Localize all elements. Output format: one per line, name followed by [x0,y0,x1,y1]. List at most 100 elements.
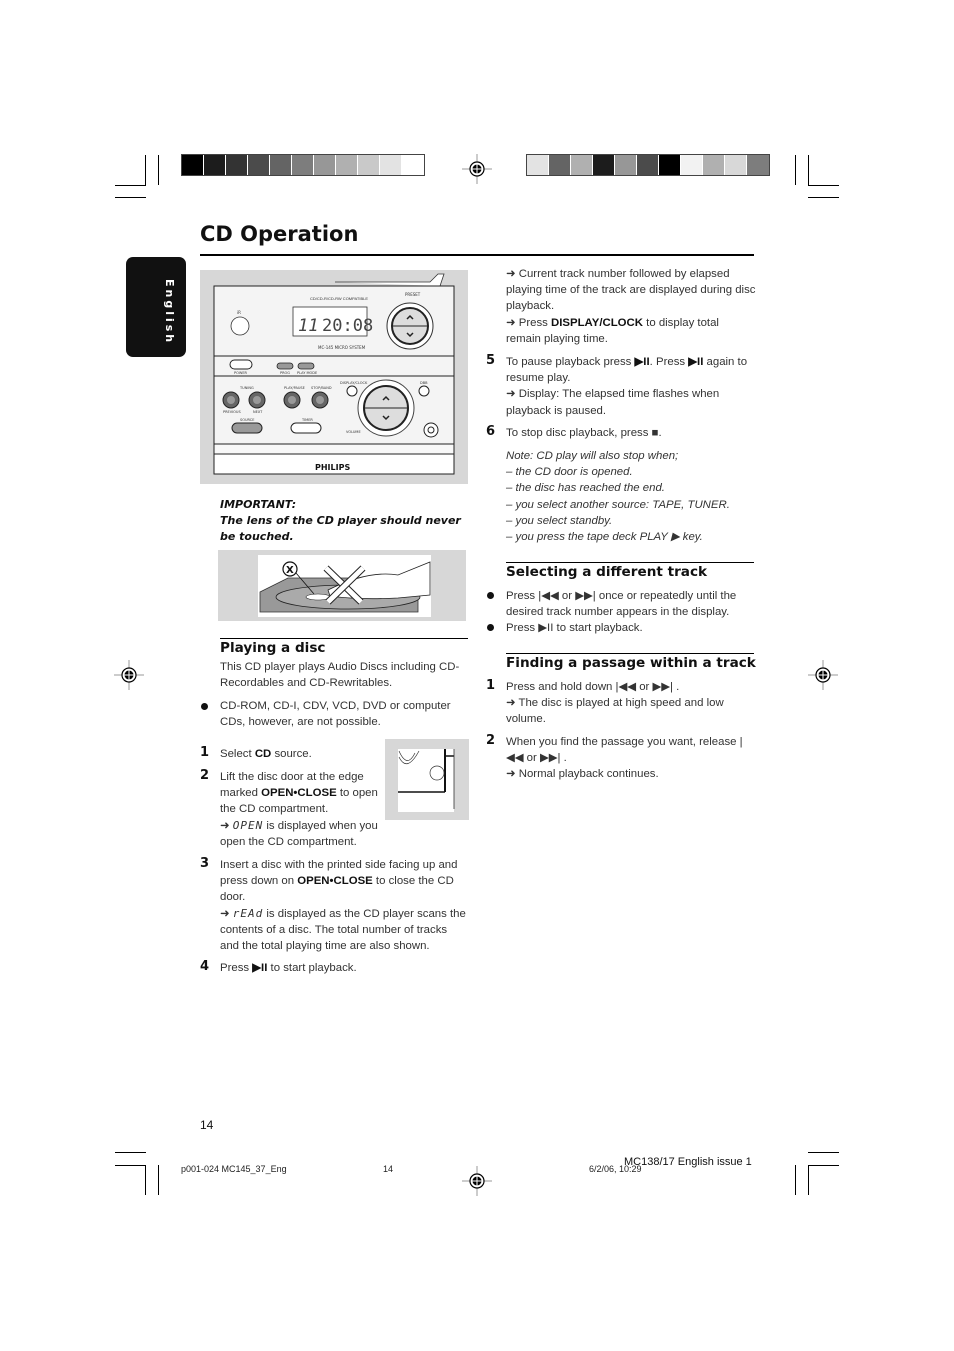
step-number: 1 [200,745,210,760]
crop-mark [158,1165,159,1195]
source-label: SOURCE [240,418,254,422]
lcd-read-text: rEAd [232,906,264,920]
system-label: MC-145 MICRO SYSTEM [318,345,366,350]
step-4-text: Press ▶II to start playback. [220,962,357,974]
step-6-text: To stop disc playback, press ■. [506,427,662,439]
color-swatch [204,155,226,175]
page-number: 14 [200,1118,214,1132]
section-rule [220,638,468,639]
lens-hand-illustration: X [258,555,431,617]
crop-mark [795,1165,796,1195]
registration-target-icon [114,660,144,690]
step-1-text: Select CD source. [220,748,312,760]
color-swatch [314,155,336,175]
crop-mark [115,1165,146,1166]
crop-mark [158,155,159,185]
arrow-note-track-time: ➜ Current track number followed by elaps… [506,268,756,345]
play-pause-label: PLAY/PAUSE [284,386,305,390]
bullet-icon [487,592,494,599]
registration-target-icon [808,660,838,690]
crop-mark [115,185,146,186]
color-swatch [549,155,571,175]
note-item: – the disc has reached the end. [506,482,665,495]
color-swatch [336,155,358,175]
selecting-bullet-1: Press |◀◀ or ▶▶| once or repeatedly unti… [506,590,737,619]
ir-sensor [230,316,250,336]
step-2-text: Lift the disc door at the edge marked OP… [220,771,378,848]
crop-mark [115,197,146,198]
prog-button[interactable] [276,362,294,370]
crop-mark [808,1165,809,1195]
heading-playing-a-disc: Playing a disc [220,640,326,656]
color-swatch [747,155,769,175]
lcd-track: 11 [298,316,318,336]
color-swatch [292,155,314,175]
crop-mark [808,185,839,186]
crop-mark [795,155,796,185]
crop-mark [145,155,146,185]
color-swatch [226,155,248,175]
ir-label: iR [237,310,241,315]
lens-warning-figure: X [218,550,466,621]
color-calibration-bar-right [526,154,770,176]
lcd-time: 20:08 [322,316,373,336]
crop-mark [808,1165,839,1166]
color-swatch [681,155,703,175]
device-front-panel-figure: CD/CD-R/CD-RW COMPATIBLE iR 11 20:08 MC-… [200,270,468,484]
arrow-icon: ➜ [220,907,233,920]
step-number: 5 [486,353,496,368]
step-number: 3 [200,856,210,871]
playing-bullet: CD-ROM, CD-I, CDV, VCD, DVD or computer … [220,700,451,729]
color-swatch [571,155,593,175]
step-number: 2 [200,768,210,783]
arrow-icon: ➜ [506,697,519,710]
color-swatch [593,155,615,175]
timer-label: TIMER [301,418,313,422]
step-number: 4 [200,959,210,974]
disc-door-illustration [398,749,455,812]
page-title: CD Operation [200,222,359,246]
finding-step-1: Press and hold down |◀◀ or ▶▶| . ➜ The di… [506,681,724,726]
micro-system-illustration: CD/CD-R/CD-RW COMPATIBLE iR 11 20:08 MC-… [213,273,455,475]
source-button[interactable] [231,422,263,434]
timer-button[interactable] [290,422,322,434]
note-item: – you press the tape deck PLAY ▶ key. [506,531,703,544]
dbb-button[interactable] [418,385,430,397]
tuning-label: TUNING [239,386,254,390]
color-swatch [182,155,204,175]
footer-file: p001-024 MC145_37_Eng [181,1164,287,1174]
footer-page: 14 [383,1164,394,1174]
color-swatch [637,155,659,175]
language-tab-label: English [163,279,176,346]
bullet-icon [201,703,208,710]
play-mode-label: PLAY MODE [297,371,317,375]
play-pause-icon: ▶II [252,962,268,974]
preset-label: PRESET [405,292,421,297]
bullet-icon [487,624,494,631]
arrow-icon: ➜ [506,768,519,781]
arrow-icon: ➜ [506,268,519,280]
crop-mark [145,1165,146,1195]
step-5-text: To pause playback press ▶II. Press ▶II a… [506,356,748,417]
arrow-icon: ➜ [220,819,233,832]
title-rule [200,254,754,256]
note-item: – you select another source: TAPE, TUNER… [506,498,730,511]
play-mode-button[interactable] [297,362,315,370]
important-heading: IMPORTANT: [220,498,297,511]
color-swatch [380,155,402,175]
color-swatch [402,155,424,175]
color-swatch [248,155,270,175]
disc-door-figure [385,739,469,820]
display-clock-button[interactable] [346,385,358,397]
brand-logo: PHILIPS [315,463,350,472]
previous-label: PREVIOUS [223,410,241,414]
step-number: 1 [486,678,496,693]
crop-mark [808,197,839,198]
power-button[interactable] [229,359,253,370]
color-swatch [703,155,725,175]
note-item: – the CD door is opened. [506,466,633,479]
color-calibration-bar-left [181,154,425,176]
heading-finding-passage: Finding a passage within a track [506,655,756,671]
crop-mark [808,1152,839,1153]
color-swatch [725,155,747,175]
